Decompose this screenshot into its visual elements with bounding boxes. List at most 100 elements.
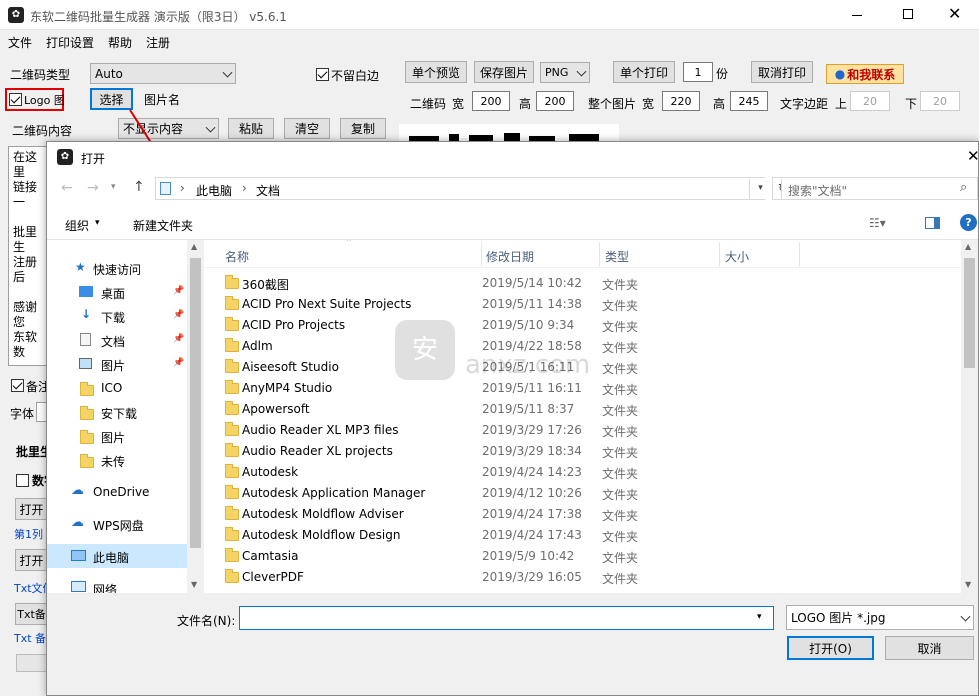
pin-icon[interactable]: 📌: [173, 334, 184, 344]
file-type-select[interactable]: LOGO 图片 *.jpg: [786, 605, 974, 630]
maximize-icon[interactable]: [903, 9, 913, 19]
filename-input[interactable]: ▾: [239, 606, 774, 630]
column-name[interactable]: 名称: [225, 248, 249, 265]
backup-checkbox[interactable]: [11, 379, 24, 392]
print-button[interactable]: 单个打印: [613, 61, 675, 83]
nav-scrollbar[interactable]: ▲ ▼: [187, 240, 204, 593]
qr-type-select[interactable]: Auto: [90, 63, 236, 84]
forward-icon[interactable]: →: [87, 180, 99, 196]
file-row[interactable]: ACID Pro Next Suite Projects 2019/5/11 14…: [205, 294, 961, 315]
nav-onedrive[interactable]: ☁ OneDrive: [47, 480, 187, 504]
nav-pictures[interactable]: 图片 📌: [47, 352, 187, 376]
content-textarea[interactable]: 在这里 链接一 批里生 注册后 感谢您 东软数: [8, 146, 48, 366]
dialog-cancel-button[interactable]: 取消: [885, 636, 974, 660]
nav-folder-anxz[interactable]: 安下载: [47, 400, 187, 424]
view-options-icon[interactable]: ☷▾: [869, 216, 886, 230]
file-row[interactable]: AnyMP4 Studio 2019/5/11 16:11 文件夹: [205, 378, 961, 399]
network-icon: [71, 581, 86, 592]
address-bar[interactable]: › 此电脑 › 文档: [155, 177, 765, 200]
preview-pane-icon[interactable]: [925, 217, 940, 229]
clear-button[interactable]: 清空: [284, 118, 330, 139]
pin-icon[interactable]: 📌: [173, 310, 184, 320]
search-input[interactable]: 搜索"文档" ⌕: [781, 177, 978, 200]
open-button-2[interactable]: 打开: [15, 549, 48, 571]
logo-checkbox[interactable]: [9, 93, 22, 106]
desktop-icon: [79, 286, 93, 297]
scroll-thumb[interactable]: [190, 258, 201, 548]
cancel-print-button[interactable]: 取消打印: [751, 61, 813, 83]
menu-register[interactable]: 注册: [146, 34, 170, 51]
breadcrumb-documents[interactable]: 文档: [256, 182, 280, 199]
txt-backup-button[interactable]: Txt备: [15, 603, 48, 625]
menu-help[interactable]: 帮助: [108, 34, 132, 51]
file-row[interactable]: Audio Reader XL projects 2019/3/29 18:34 文…: [205, 441, 961, 462]
scroll-down-icon[interactable]: ▼: [191, 580, 197, 589]
nav-network[interactable]: 网络: [47, 576, 187, 593]
column-size[interactable]: 大小: [725, 248, 749, 265]
nav-this-pc[interactable]: 此电脑: [47, 544, 187, 568]
file-row[interactable]: Apowersoft 2019/5/11 8:37 文件夹: [205, 399, 961, 420]
pin-icon[interactable]: 📌: [173, 286, 184, 296]
file-row[interactable]: Camtasia 2019/5/9 10:42 文件夹: [205, 546, 961, 567]
scroll-up-icon[interactable]: ▲: [191, 242, 197, 251]
list-scrollbar[interactable]: ▲ ▼: [961, 240, 978, 593]
file-row[interactable]: Autodesk Moldflow Adviser 2019/4/24 17:38…: [205, 504, 961, 525]
new-folder-button[interactable]: 新建文件夹: [133, 217, 193, 234]
whole-width-input[interactable]: 220: [662, 91, 700, 111]
column-type[interactable]: 类型: [605, 248, 629, 265]
nav-desktop[interactable]: 桌面 📌: [47, 280, 187, 304]
close-icon[interactable]: ✕: [948, 4, 961, 23]
cloud-icon: ☁: [71, 515, 84, 530]
up-icon[interactable]: ↑: [133, 179, 145, 195]
copies-input[interactable]: 1: [683, 62, 713, 82]
contact-button[interactable]: ● 和我联系: [826, 64, 904, 84]
qr-width-input[interactable]: 200: [472, 91, 510, 111]
paste-button[interactable]: 粘贴: [228, 118, 274, 139]
folder-icon: [225, 443, 239, 457]
file-row[interactable]: Audio Reader XL MP3 files 2019/3/29 17:26…: [205, 420, 961, 441]
nav-folder-ico[interactable]: ICO: [47, 376, 187, 400]
dialog-open-button[interactable]: 打开(O): [787, 636, 874, 660]
nav-downloads[interactable]: ↓ 下载 📌: [47, 304, 187, 328]
file-row[interactable]: Autodesk Moldflow Design 2019/4/24 17:43 文…: [205, 525, 961, 546]
nav-folder-pictures[interactable]: 图片: [47, 424, 187, 448]
scroll-up-icon[interactable]: ▲: [965, 242, 971, 251]
qr-height-input[interactable]: 200: [536, 91, 574, 111]
file-row[interactable]: CleverPDF 2019/3/29 16:05 文件夹: [205, 567, 961, 588]
back-icon[interactable]: ←: [61, 180, 73, 196]
file-row[interactable]: Autodesk Application Manager 2019/4/12 10…: [205, 483, 961, 504]
organize-button[interactable]: 组织: [65, 217, 89, 234]
open-button-1[interactable]: 打开: [15, 498, 48, 520]
no-margin-checkbox[interactable]: [316, 68, 329, 81]
address-dropdown[interactable]: ▾: [749, 178, 771, 199]
pin-icon[interactable]: 📌: [173, 358, 184, 368]
recent-chevron-icon[interactable]: ▾: [111, 182, 116, 192]
nav-folder-untransferred[interactable]: 未传: [47, 448, 187, 472]
nav-label: 图片: [101, 431, 126, 445]
help-icon[interactable]: ?: [960, 214, 977, 231]
bottom-margin-input[interactable]: 20: [920, 91, 960, 111]
dialog-close-icon[interactable]: ✕: [967, 147, 979, 165]
breadcrumb-this-pc[interactable]: 此电脑: [196, 182, 232, 199]
whole-height-input[interactable]: 245: [730, 91, 768, 111]
menu-file[interactable]: 文件: [8, 34, 32, 51]
nav-wps-drive[interactable]: ☁ WPS网盘: [47, 512, 187, 536]
nav-documents[interactable]: 文档 📌: [47, 328, 187, 352]
progress-bar: [16, 654, 48, 672]
nav-quick-access[interactable]: ★ 快速访问: [47, 256, 187, 280]
column-date[interactable]: 修改日期: [486, 248, 534, 265]
save-image-button[interactable]: 保存图片: [474, 61, 534, 83]
preview-button[interactable]: 单个预览: [405, 61, 467, 83]
scroll-thumb[interactable]: [964, 258, 975, 368]
file-row[interactable]: Autodesk 2019/4/24 14:23 文件夹: [205, 462, 961, 483]
menu-print-settings[interactable]: 打印设置: [46, 34, 94, 51]
top-margin-input[interactable]: 20: [850, 91, 890, 111]
file-row[interactable]: ACID Pro Projects 2019/5/10 9:34 文件夹: [205, 315, 961, 336]
number-checkbox[interactable]: [16, 474, 29, 487]
copy-button[interactable]: 复制: [340, 118, 386, 139]
minimize-icon[interactable]: [852, 15, 862, 16]
file-row[interactable]: 360截图 2019/5/14 10:42 文件夹: [205, 273, 961, 294]
scroll-down-icon[interactable]: ▼: [965, 580, 971, 589]
format-select[interactable]: PNG: [540, 62, 590, 83]
file-type: 文件夹: [602, 572, 639, 586]
